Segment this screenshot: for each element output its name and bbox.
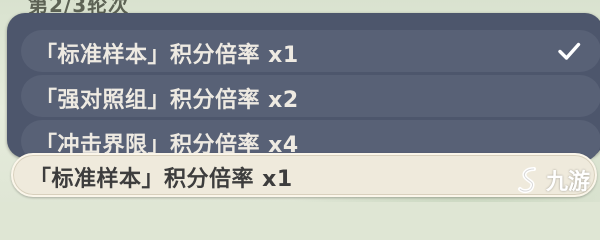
multiplier-select-field[interactable]: 「标准样本」积分倍率 x1 <box>11 153 597 197</box>
check-icon <box>558 42 581 60</box>
watermark-text: 九游 <box>545 170 590 195</box>
selected-value: 「标准样本」积分倍率 x1 <box>29 167 293 192</box>
option-label: 「标准样本」积分倍率 x1 <box>35 43 299 68</box>
option-label: 「强对照组」积分倍率 x2 <box>35 88 299 113</box>
dropdown-option-standard-sample[interactable]: 「标准样本」积分倍率 x1 <box>21 30 600 72</box>
multiplier-dropdown-menu: 「标准样本」积分倍率 x1 「强对照组」积分倍率 x2 「冲击界限」积分倍率 x… <box>7 13 600 162</box>
dropdown-option-strong-control[interactable]: 「强对照组」积分倍率 x2 <box>21 75 600 117</box>
watermark: 九游 <box>514 164 590 196</box>
jiuyou-logo-icon <box>517 167 536 194</box>
